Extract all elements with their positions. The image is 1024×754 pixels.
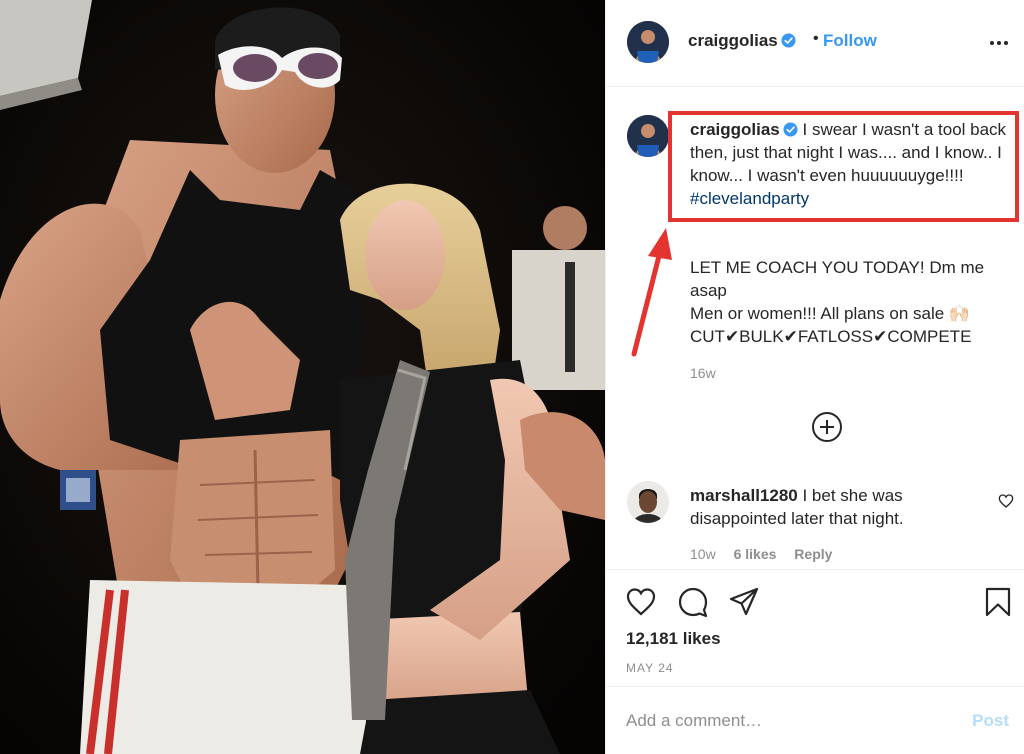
caption-username[interactable]: craiggolias (690, 120, 780, 139)
follow-button[interactable]: Follow (823, 31, 877, 51)
instagram-post: craiggolias • Follow craiggolias I swear… (0, 0, 1024, 754)
more-horizontal-icon[interactable] (989, 33, 1009, 53)
post-photo[interactable] (0, 0, 605, 754)
caption-age: 16w (690, 365, 716, 381)
comment-bubble-icon[interactable] (677, 586, 709, 618)
plus-circle-icon[interactable] (811, 411, 843, 443)
verified-badge-icon (781, 33, 796, 48)
post-actions: 12,181 likes MAY 24 Post (606, 569, 1024, 754)
post-side-panel: craiggolias • Follow craiggolias I swear… (605, 0, 1024, 754)
comment: marshall1280 I bet she was disappointed … (690, 484, 970, 530)
commenter-avatar[interactable] (627, 481, 669, 523)
reply-button[interactable]: Reply (794, 546, 832, 562)
post-comment-button[interactable]: Post (972, 711, 1009, 731)
post-header: craiggolias • Follow (606, 0, 1024, 87)
likes-count[interactable]: 12,181 likes (626, 629, 721, 649)
caption-avatar-image (627, 115, 669, 157)
share-paper-plane-icon[interactable] (728, 586, 760, 618)
commenter-avatar-image (627, 481, 669, 523)
comment-age: 10w (690, 546, 716, 562)
save-bookmark-icon[interactable] (982, 586, 1014, 618)
author-username-text: craiggolias (688, 31, 778, 50)
post-caption: craiggolias I swear I wasn't a tool back… (690, 118, 1020, 210)
promo-line-1: LET ME COACH YOU TODAY! Dm me asap (690, 258, 985, 300)
promo-line-3: CUT✔BULK✔FATLOSS✔COMPETE (690, 327, 972, 346)
promo-line-2: Men or women!!! All plans on sale 🙌🏻 (690, 304, 971, 323)
caption-promo: LET ME COACH YOU TODAY! Dm me asap Men o… (690, 256, 1010, 348)
add-comment-bar: Post (606, 686, 1024, 754)
author-avatar-image (627, 21, 669, 63)
caption-hashtag[interactable]: #clevelandparty (690, 189, 809, 208)
party-photo-image (0, 0, 605, 754)
comment-username[interactable]: marshall1280 (690, 486, 798, 505)
comment-likes[interactable]: 6 likes (734, 546, 777, 562)
comment-meta: 10w 6 likes Reply (690, 546, 846, 562)
verified-badge-icon (783, 122, 798, 137)
like-heart-icon[interactable] (625, 586, 657, 618)
comment-like-heart-icon[interactable] (998, 493, 1014, 509)
header-separator: • (813, 30, 819, 47)
add-comment-input[interactable] (626, 708, 946, 734)
author-avatar[interactable] (627, 21, 669, 63)
caption-author-avatar[interactable] (627, 115, 669, 157)
author-username[interactable]: craiggolias (688, 31, 796, 51)
post-date: MAY 24 (626, 661, 674, 675)
